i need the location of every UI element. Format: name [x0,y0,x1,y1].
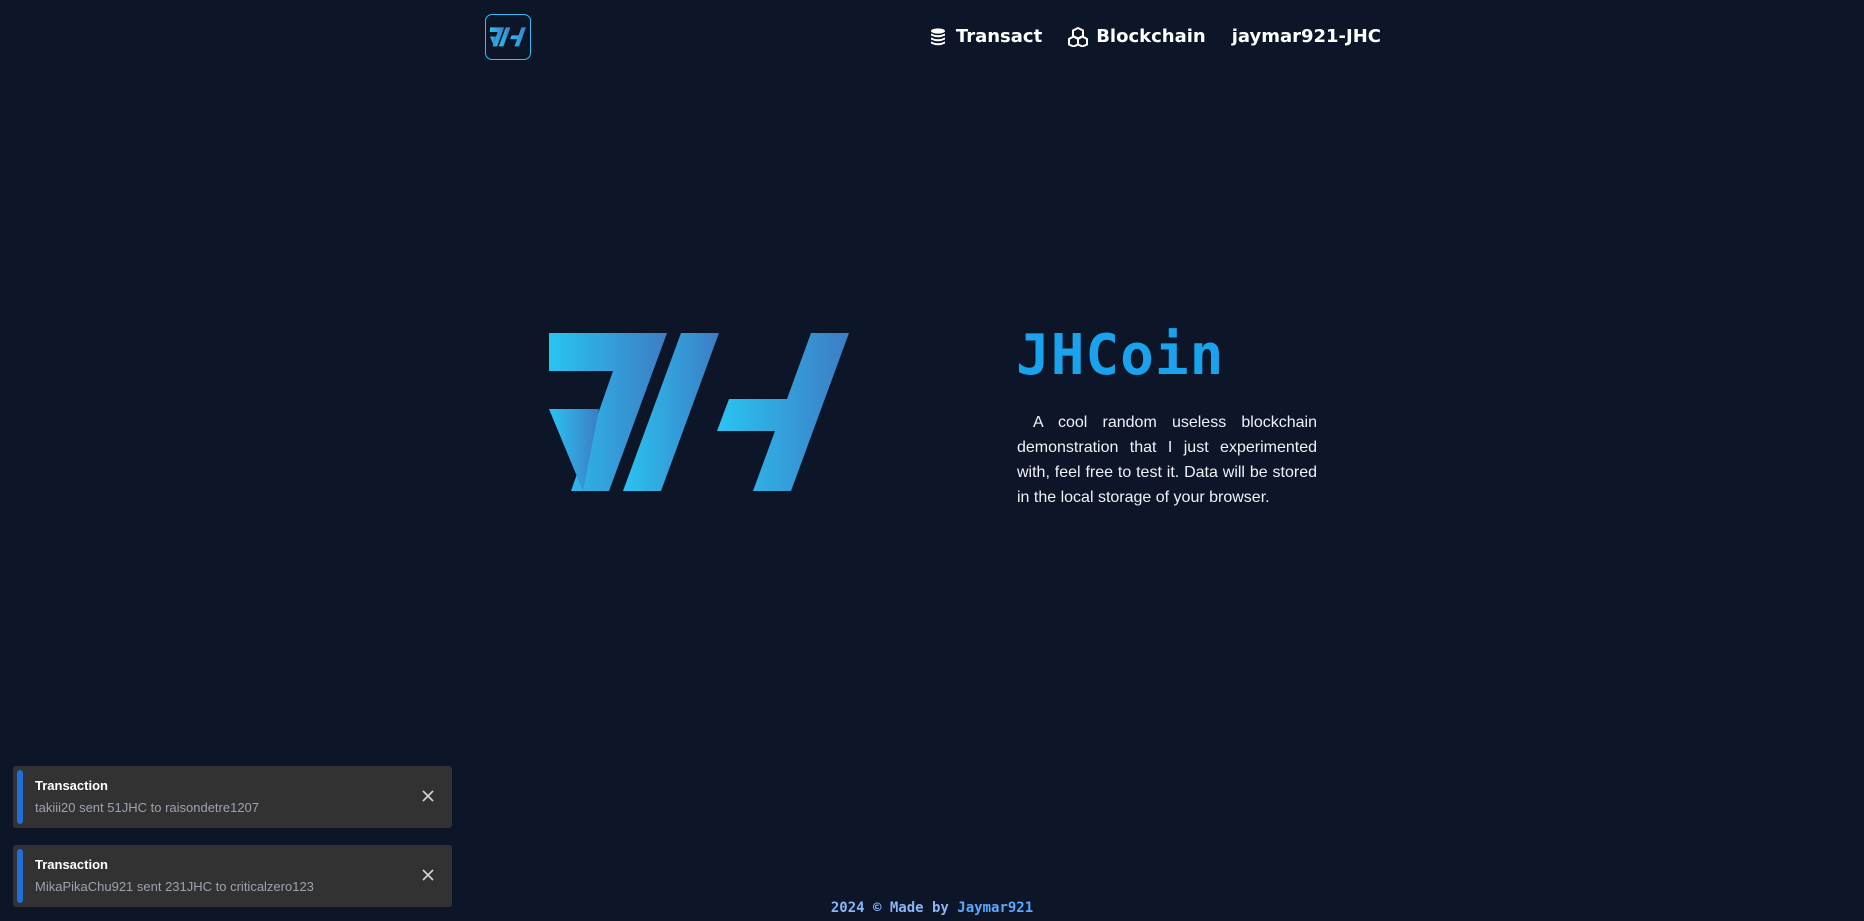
close-icon[interactable] [420,867,436,883]
nav-transact-label: Transact [955,26,1043,47]
cubes-icon [1068,26,1089,47]
jh-logo-icon [490,27,526,47]
nav-blockchain[interactable]: Blockchain [1068,26,1206,47]
toast-message: takiii20 sent 51JHC to raisondetre1207 [35,800,260,815]
toast-message: MikaPikaChu921 sent 231JHC to criticalze… [35,879,314,894]
brand-title: JHCoin [1016,323,1225,388]
toast-notification: Transaction takiii20 sent 51JHC to raiso… [13,766,452,828]
nav-user-account[interactable]: jaymar921-JHC [1232,26,1381,47]
close-icon[interactable] [420,788,436,804]
jh-hero-logo [549,333,849,491]
page: Transact Blockchain jaymar921-JHC JHCoin… [0,0,1864,921]
toast-accent-bar [17,770,23,824]
toast-notification: Transaction MikaPikaChu921 sent 231JHC t… [13,845,452,907]
toast-accent-bar [17,849,23,903]
home-logo-button[interactable] [485,14,531,60]
footer: 2024 © Made by Jaymar921 [0,900,1864,916]
nav-user-label: jaymar921-JHC [1231,26,1381,47]
coins-icon [930,27,945,45]
top-nav: Transact Blockchain jaymar921-JHC [928,26,1381,47]
footer-text: 2024 © Made by [830,900,949,916]
nav-blockchain-label: Blockchain [1096,26,1206,47]
nav-transact[interactable]: Transact [928,26,1042,47]
footer-author-link[interactable]: Jaymar921 [957,900,1033,916]
toast-title: Transaction [35,857,108,872]
toast-title: Transaction [35,778,108,793]
brand-description: A cool random useless blockchain demonst… [1017,414,1317,506]
